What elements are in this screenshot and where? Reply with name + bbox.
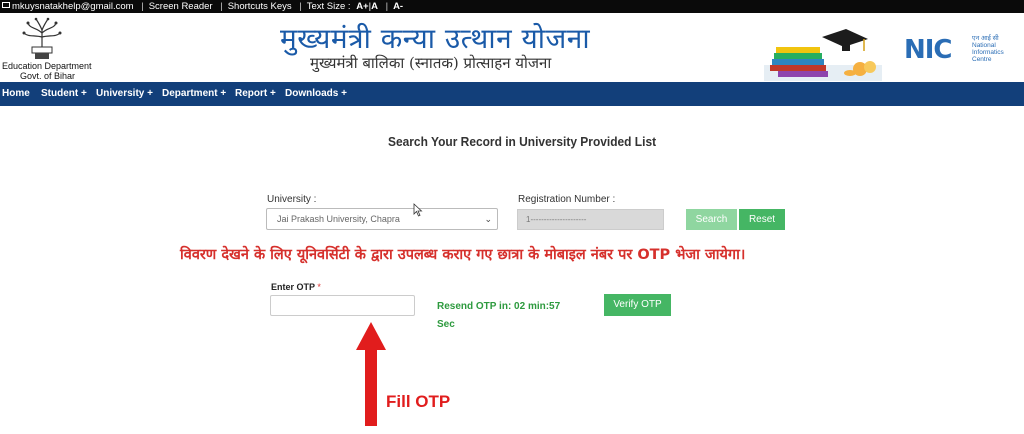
nav-student[interactable]: Student + <box>41 88 87 99</box>
chevron-down-icon: ⌄ <box>484 214 492 224</box>
nav-report[interactable]: Report + <box>235 88 276 99</box>
nic-logo-caption: एन आई सी National Informatics Centre <box>972 35 1004 63</box>
text-size-normal[interactable]: A <box>371 1 378 12</box>
resend-otp-timer: Resend OTP in: 02 min:57 Sec <box>437 301 561 330</box>
reset-button[interactable]: Reset <box>739 209 785 230</box>
otp-label: Enter OTP * <box>271 282 321 292</box>
university-selected-value: Jai Prakash University, Chapra <box>277 214 400 224</box>
site-header: Education Department Govt. of Bihar मुख्… <box>0 13 1024 81</box>
nav-university[interactable]: University + <box>96 88 153 99</box>
required-marker: * <box>317 282 321 292</box>
mail-icon <box>2 2 10 9</box>
text-size-increase[interactable]: A+ <box>356 1 368 12</box>
red-arrow-up-icon <box>356 322 386 426</box>
nav-department[interactable]: Department + <box>162 88 226 99</box>
university-select[interactable]: Jai Prakash University, Chapra ⌄ <box>266 208 498 230</box>
graduation-books-icon <box>764 29 882 81</box>
department-name: Education Department <box>2 61 92 71</box>
top-utility-bar: mkuysnatakhelp@gmail.com | Screen Reader … <box>0 0 1024 13</box>
nav-home[interactable]: Home <box>2 88 30 99</box>
university-label: University : <box>267 194 317 205</box>
mouse-cursor-icon <box>413 203 423 217</box>
bihar-emblem-icon <box>22 17 62 59</box>
scheme-title: मुख्यमंत्री कन्या उत्थान योजना <box>280 22 591 55</box>
text-size-label: Text Size : <box>306 1 351 12</box>
shortcuts-link[interactable]: Shortcuts Keys <box>228 0 292 13</box>
verify-otp-button[interactable]: Verify OTP <box>604 294 671 316</box>
fill-otp-annotation: Fill OTP <box>386 392 451 411</box>
nav-downloads[interactable]: Downloads + <box>285 88 347 99</box>
text-size-decrease[interactable]: A- <box>393 1 403 12</box>
main-navigation: Home Student + University + Department +… <box>0 82 1024 106</box>
registration-label: Registration Number : <box>518 194 616 205</box>
search-button[interactable]: Search <box>686 209 737 230</box>
screen-reader-link[interactable]: Screen Reader <box>149 0 213 13</box>
government-name: Govt. of Bihar <box>20 71 76 81</box>
registration-number-field[interactable]: 1--------------------- <box>517 209 664 230</box>
page-title: Search Your Record in University Provide… <box>388 134 657 149</box>
support-email[interactable]: mkuysnatakhelp@gmail.com <box>12 0 134 13</box>
otp-notice-message: विवरण देखने के लिए यूनिवर्सिटी के द्वारा… <box>180 247 746 263</box>
scheme-subtitle: मुख्यमंत्री बालिका (स्नातक) प्रोत्साहन य… <box>310 54 552 72</box>
nic-logo: NIC <box>904 35 953 65</box>
otp-input[interactable] <box>270 295 415 316</box>
